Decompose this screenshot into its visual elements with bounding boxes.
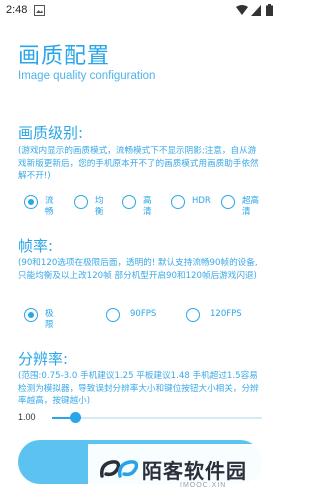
quality-option-hd[interactable]: 高清 [122,195,152,218]
quality-section-title: 画质级别: [18,124,84,142]
radio-unchecked-icon [221,195,235,209]
quality-option-label: 均衡 [95,196,104,217]
resolution-slider-thumb[interactable] [69,412,81,423]
battery-icon [266,4,273,19]
quality-option-label: 高清 [143,196,152,217]
status-time: 2:48 [6,4,28,16]
resolution-value-label: 1.00 [18,412,36,422]
page-title: 画质配置 [18,44,111,69]
radio-unchecked-icon [122,195,136,209]
quality-option-balanced[interactable]: 均衡 [74,195,104,218]
resolution-section-title: 分辨率: [18,350,69,368]
quality-option-hdr[interactable]: HDR [171,195,211,209]
resolution-description: (范围:0.75-3.0 手机建议1.25 平板建议1.48 手机超过1.5容易… [18,371,259,406]
status-bar: 2:48 [0,0,281,22]
framerate-option-label: 120FPS [210,309,242,319]
wifi-icon [236,5,248,19]
framerate-option-label: 90FPS [130,309,157,319]
framerate-option-90fps[interactable]: 90FPS [106,308,156,322]
quality-option-ultra-hd[interactable]: 超高清 [221,195,262,218]
radio-unchecked-icon [171,195,185,209]
watermark: 陌客软件园 IMOOC.XIN [88,444,281,500]
quality-description: (游戏内显示的画质模式，流畅模式下不显示阴影;注意，自从游戏新版更新后，您的手机… [18,146,259,181]
radio-checked-icon [24,195,38,209]
page-subtitle: Image quality configuration [18,70,156,82]
resolution-slider[interactable] [52,412,262,423]
watermark-text: 陌客软件园 [142,459,247,483]
quality-option-label: 超高清 [242,196,260,217]
framerate-section-title: 帧率: [18,237,54,255]
quality-option-label: 流畅 [45,196,54,217]
framerate-option-extreme[interactable]: 极限 [24,308,54,331]
radio-checked-icon [24,308,38,322]
image-notification-icon [34,5,45,19]
quality-option-smooth[interactable]: 流畅 [24,195,54,218]
signal-icon [251,5,261,19]
framerate-option-120fps[interactable]: 120FPS [186,308,242,322]
radio-unchecked-icon [74,195,88,209]
watermark-subtext: IMOOC.XIN [180,482,227,489]
radio-unchecked-icon [106,308,120,322]
framerate-option-label: 极限 [45,309,54,330]
quality-option-label: HDR [192,196,211,206]
framerate-description: (90和120选项在极限后面，透明的! 默认支持流畅90帧的设备,只能均衡及以上… [18,258,258,281]
radio-unchecked-icon [186,308,200,322]
watermark-logo-icon [98,456,139,486]
